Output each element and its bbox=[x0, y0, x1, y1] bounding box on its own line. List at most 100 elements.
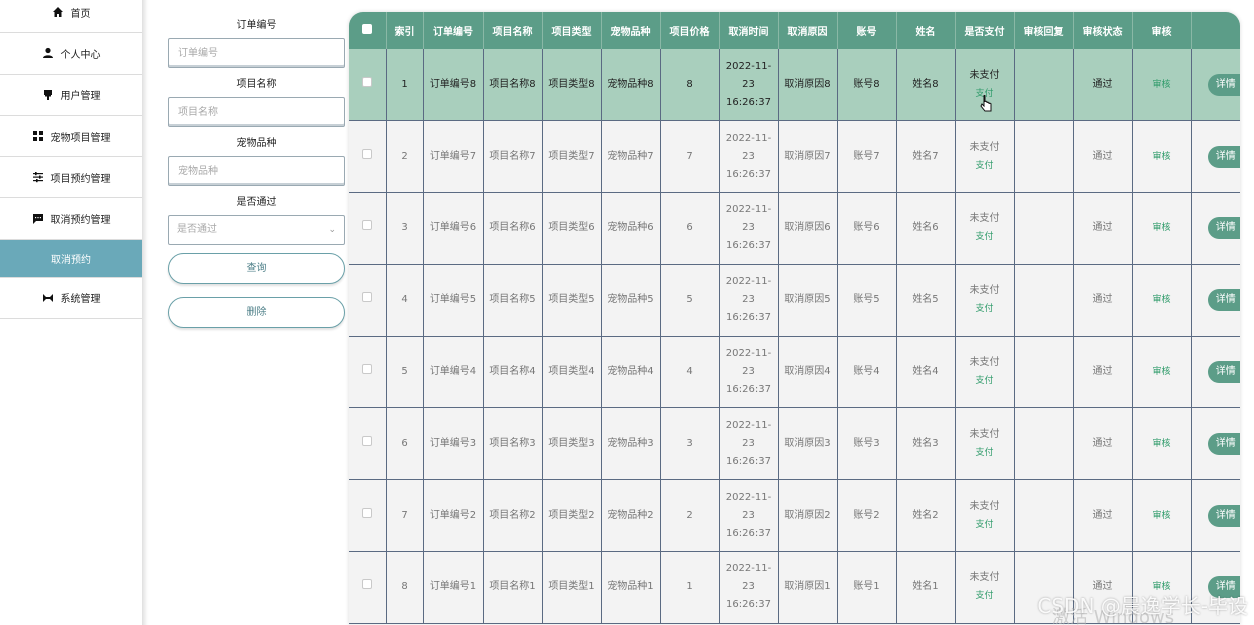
cell-time: 2022-11-23 16:26:37 bbox=[719, 479, 779, 553]
cell-reason: 取消原因3 bbox=[778, 407, 838, 481]
pay-status: 未支付 bbox=[969, 572, 1000, 584]
pet-breed-input[interactable] bbox=[168, 156, 345, 186]
sidebar-item-home[interactable]: 首页 bbox=[0, 0, 142, 34]
table-row[interactable]: 5 订单编号4 项目名称4 项目类型4 宠物品种4 4 2022-11-23 16:26:3… bbox=[349, 336, 1240, 409]
cell-pay: 未支付 支付 bbox=[955, 551, 1015, 624]
search-button[interactable]: 查询 bbox=[168, 253, 345, 284]
row-checkbox-cell[interactable] bbox=[349, 336, 387, 409]
sidebar-item-system[interactable]: 系统管理 bbox=[0, 278, 142, 320]
column-header: 取消时间 bbox=[719, 12, 779, 49]
table-row[interactable]: 2 订单编号7 项目名称7 项目类型7 宠物品种7 7 2022-11-23 16:26:3… bbox=[349, 120, 1240, 194]
csdn-watermark: CSDN @晨逸学长-毕设 bbox=[1037, 594, 1248, 618]
row-checkbox-cell[interactable] bbox=[349, 551, 387, 624]
detail-button[interactable]: 详情 bbox=[1207, 217, 1240, 240]
row-checkbox[interactable] bbox=[362, 292, 373, 303]
table-row[interactable]: 7 订单编号2 项目名称2 项目类型2 宠物品种2 2 2022-11-23 16:26:3… bbox=[349, 479, 1240, 553]
row-checkbox[interactable] bbox=[362, 76, 373, 87]
passed-select[interactable]: 是否通过 ⌄ bbox=[168, 215, 345, 245]
passed-label: 是否通过 bbox=[236, 197, 277, 208]
cell-audit-status: 通过 bbox=[1073, 264, 1133, 337]
sidebar-item-users[interactable]: 用户管理 bbox=[0, 75, 142, 116]
cell-reply bbox=[1014, 407, 1074, 481]
sidebar-item-cancel-manage[interactable]: 取消预约管理 bbox=[0, 198, 142, 240]
audit-link[interactable]: 审核 bbox=[1152, 511, 1170, 521]
pay-link[interactable]: 支付 bbox=[959, 372, 1011, 390]
sidebar-item-pet-projects[interactable]: 宠物项目管理 bbox=[0, 116, 142, 158]
audit-link[interactable]: 审核 bbox=[1152, 439, 1170, 449]
detail-button[interactable]: 详情 bbox=[1207, 432, 1240, 455]
pay-link[interactable]: 支付 bbox=[959, 300, 1011, 318]
home-icon bbox=[52, 6, 64, 18]
cell-reply bbox=[1014, 120, 1074, 194]
table-row[interactable]: 3 订单编号6 项目名称6 项目类型6 宠物品种6 6 2022-11-23 16:26:3… bbox=[349, 192, 1240, 265]
project-name-input[interactable] bbox=[168, 97, 345, 127]
order-no-input[interactable] bbox=[168, 38, 345, 68]
pay-link[interactable]: 支付 bbox=[959, 228, 1011, 246]
row-checkbox[interactable] bbox=[362, 364, 373, 375]
cell-type: 项目类型7 bbox=[542, 120, 602, 194]
sidebar-item-profile[interactable]: 个人中心 bbox=[0, 33, 142, 75]
pay-link[interactable]: 支付 bbox=[959, 587, 1011, 605]
cell-actions: 详情 bbox=[1191, 120, 1240, 194]
column-header: 项目价格 bbox=[660, 12, 720, 49]
row-checkbox-cell[interactable] bbox=[349, 407, 387, 481]
sidebar-item-label: 个人中心 bbox=[60, 49, 101, 61]
cell-breed: 宠物品种6 bbox=[601, 192, 661, 265]
cell-audit-status: 通过 bbox=[1073, 336, 1133, 409]
cell-time: 2022-11-23 16:26:37 bbox=[719, 551, 779, 624]
cell-index: 6 bbox=[386, 407, 424, 481]
row-checkbox-cell[interactable] bbox=[349, 479, 387, 553]
cell-reason: 取消原因1 bbox=[778, 551, 838, 624]
row-checkbox[interactable] bbox=[362, 148, 373, 159]
cell-time: 2022-11-23 16:26:37 bbox=[719, 264, 779, 337]
row-checkbox[interactable] bbox=[362, 507, 373, 518]
row-checkbox-cell[interactable] bbox=[349, 192, 387, 265]
audit-link[interactable]: 审核 bbox=[1152, 152, 1170, 162]
row-checkbox[interactable] bbox=[362, 579, 373, 590]
cell-type: 项目类型1 bbox=[542, 551, 602, 624]
pay-link[interactable]: 支付 bbox=[959, 444, 1011, 462]
table-row[interactable]: 6 订单编号3 项目名称3 项目类型3 宠物品种3 3 2022-11-23 16:26:3… bbox=[349, 407, 1240, 481]
select-all-checkbox-cell[interactable] bbox=[349, 12, 387, 49]
sidebar-item-appointments[interactable]: 项目预约管理 bbox=[0, 157, 142, 199]
cell-account: 账号4 bbox=[837, 336, 897, 409]
pay-link[interactable]: 支付 bbox=[959, 516, 1011, 534]
cell-reason: 取消原因6 bbox=[778, 192, 838, 265]
cell-breed: 宠物品种2 bbox=[601, 479, 661, 553]
cell-price: 6 bbox=[660, 192, 720, 265]
audit-link[interactable]: 审核 bbox=[1152, 80, 1170, 90]
detail-button[interactable]: 详情 bbox=[1207, 289, 1240, 312]
sidebar-item-label: 取消预约 bbox=[51, 254, 91, 266]
table-row[interactable]: 4 订单编号5 项目名称5 项目类型5 宠物品种5 5 2022-11-23 16:26:3… bbox=[349, 264, 1240, 337]
select-all-checkbox[interactable] bbox=[362, 24, 373, 34]
pay-status: 未支付 bbox=[969, 357, 1000, 369]
delete-button[interactable]: 删除 bbox=[168, 297, 345, 328]
cell-pay: 未支付 支付 bbox=[955, 120, 1015, 194]
audit-link[interactable]: 审核 bbox=[1152, 367, 1170, 377]
row-checkbox[interactable] bbox=[362, 435, 373, 446]
sidebar-item-cancel-appointment[interactable]: 取消预约 bbox=[0, 239, 142, 278]
pay-link[interactable]: 支付 bbox=[959, 157, 1011, 175]
row-checkbox-cell[interactable] bbox=[349, 120, 387, 194]
cell-name: 项目名称1 bbox=[483, 551, 543, 624]
sidebar-item-label: 用户管理 bbox=[60, 91, 101, 103]
detail-button[interactable]: 详情 bbox=[1207, 361, 1240, 384]
cell-actions: 详情 bbox=[1191, 192, 1240, 265]
cell-actions: 详情 bbox=[1191, 264, 1240, 337]
audit-link[interactable]: 审核 bbox=[1152, 295, 1170, 305]
row-checkbox-cell[interactable] bbox=[349, 264, 387, 337]
table-row[interactable]: 1 订单编号8 项目名称8 项目类型8 宠物品种8 8 2022-11-23 16:26:3… bbox=[349, 49, 1240, 122]
cell-type: 项目类型2 bbox=[542, 479, 602, 553]
cell-reason: 取消原因4 bbox=[778, 336, 838, 409]
detail-button[interactable]: 详情 bbox=[1207, 73, 1240, 96]
detail-button[interactable]: 详情 bbox=[1207, 504, 1240, 527]
audit-link[interactable]: 审核 bbox=[1152, 223, 1170, 233]
cell-breed: 宠物品种4 bbox=[601, 336, 661, 409]
column-header: 是否支付 bbox=[955, 12, 1015, 49]
cell-reply bbox=[1014, 264, 1074, 337]
row-checkbox[interactable] bbox=[362, 220, 373, 231]
data-table: 索引 订单编号 项目名称 项目类型 宠物品种 项目价格 取消时间 取消原因 账号… bbox=[349, 12, 1240, 625]
detail-button[interactable]: 详情 bbox=[1207, 145, 1240, 168]
cell-reply bbox=[1014, 192, 1074, 265]
row-checkbox-cell[interactable] bbox=[349, 49, 387, 122]
